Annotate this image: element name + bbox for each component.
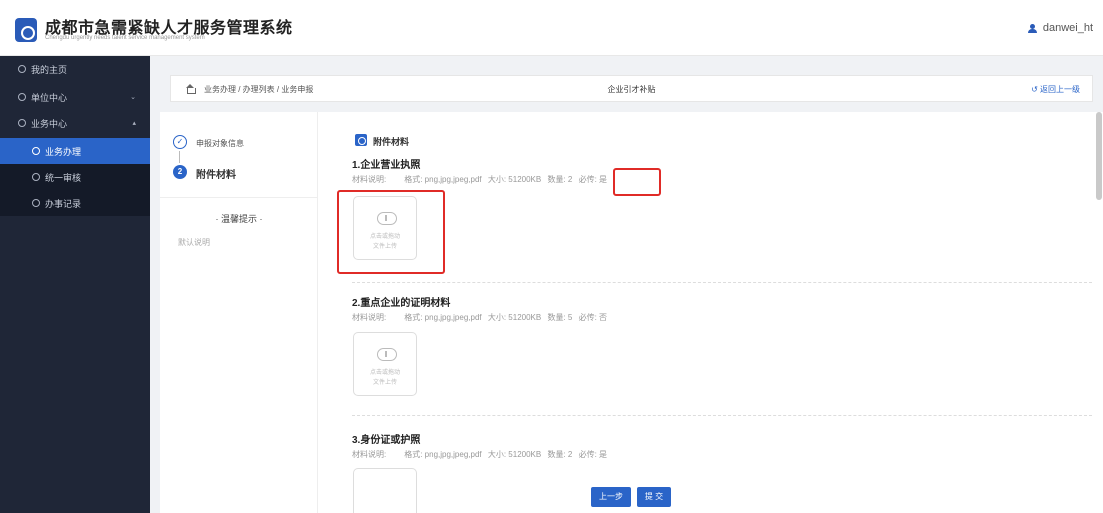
divider xyxy=(160,197,318,198)
divider xyxy=(352,415,1092,416)
sidebar-item-label: 统一审核 xyxy=(45,172,82,183)
material-size: 大小: 51200KB xyxy=(487,313,542,322)
submit-button[interactable]: 提 交 xyxy=(637,487,671,507)
sidebar-item-label: 我的主页 xyxy=(31,64,68,75)
gear-icon xyxy=(32,199,40,207)
material-format: 格式: png,jpg,jpeg,pdf xyxy=(404,450,482,459)
upload-dropzone[interactable] xyxy=(353,468,417,513)
chevron-down-icon: ⌄ xyxy=(130,94,136,101)
sidebar-item-business-handling[interactable]: 业务办理 xyxy=(0,138,150,164)
section-title: 附件材料 xyxy=(373,137,410,147)
app-header: 成都市急需紧缺人才服务管理系统 Chengdu urgently needs t… xyxy=(0,0,1103,56)
gear-icon xyxy=(32,147,40,155)
upload-hint-line: 文件上传 xyxy=(372,380,397,386)
upload-hint: 点击或拖动 文件上传 xyxy=(354,368,416,388)
material-desc: 材料说明: 格式: png,jpg,jpeg,pdf 大小: 51200KB 数量… xyxy=(352,312,611,323)
step-2-number: 2 xyxy=(173,165,187,179)
app-logo xyxy=(15,18,37,42)
back-link[interactable]: ↺ 返回上一级 xyxy=(1031,84,1080,95)
breadcrumb-bar: 业务办理 / 办理列表 / 业务申报 企业引才补贴 ↺ 返回上一级 xyxy=(170,75,1093,102)
user-name: danwei_ht xyxy=(1042,22,1093,34)
user-icon xyxy=(1027,23,1037,33)
material-format: 格式: png,jpg,jpeg,pdf xyxy=(404,175,482,184)
gear-icon xyxy=(32,173,40,181)
material-size: 大小: 51200KB xyxy=(487,450,542,459)
highlight-box xyxy=(613,168,661,196)
sidebar-item-business-center[interactable]: 业务中心 ▴ xyxy=(0,110,150,136)
material-size: 大小: 51200KB xyxy=(487,175,542,184)
page-title: 企业引才补贴 xyxy=(607,85,656,94)
tips-text: 默认说明 xyxy=(178,238,210,247)
sidebar-item-home[interactable]: 我的主页 xyxy=(0,56,150,82)
step-check-icon: ✓ xyxy=(173,135,187,149)
material-required: 必传: 否 xyxy=(578,313,608,322)
step-connector xyxy=(179,151,180,163)
upload-hint-line: 点击或拖动 xyxy=(369,370,400,376)
sidebar: 我的主页 单位中心 ⌄ 业务中心 ▴ 业务办理 统一审核 办事记录 xyxy=(0,56,150,513)
gear-icon xyxy=(18,93,26,101)
material-title: 2.重点企业的证明材料 xyxy=(352,298,451,309)
prev-button[interactable]: 上一步 xyxy=(591,487,631,507)
material-required: 必传: 是 xyxy=(578,450,608,459)
material-label: 材料说明: xyxy=(352,313,387,322)
material-format: 格式: png,jpg,jpeg,pdf xyxy=(404,313,482,322)
sidebar-item-label: 单位中心 xyxy=(31,92,68,103)
step-1-label[interactable]: 申报对象信息 xyxy=(196,138,244,149)
gear-icon xyxy=(18,65,26,73)
material-count: 数量: 2 xyxy=(547,450,573,459)
app-subtitle: Chengdu urgently needs talent service ma… xyxy=(45,35,205,41)
material-label: 材料说明: xyxy=(352,450,387,459)
highlight-box xyxy=(337,190,445,274)
sidebar-item-records[interactable]: 办事记录 xyxy=(0,190,150,216)
gear-icon xyxy=(18,119,26,127)
chevron-up-icon: ▴ xyxy=(132,120,136,127)
material-count: 数量: 5 xyxy=(547,313,573,322)
user-menu[interactable]: danwei_ht xyxy=(1027,22,1093,34)
upload-dropzone[interactable]: 点击或拖动 文件上传 xyxy=(353,332,417,396)
sidebar-item-label: 业务中心 xyxy=(31,118,68,129)
material-desc: 材料说明: 格式: png,jpg,jpeg,pdf 大小: 51200KB 数量… xyxy=(352,174,611,185)
material-title: 3.身份证或护照 xyxy=(352,435,421,446)
cloud-upload-icon xyxy=(376,345,397,361)
attachment-icon xyxy=(355,134,367,146)
sidebar-item-unit-center[interactable]: 单位中心 ⌄ xyxy=(0,84,150,110)
material-desc: 材料说明: 格式: png,jpg,jpeg,pdf 大小: 51200KB 数量… xyxy=(352,449,611,460)
material-title: 1.企业营业执照 xyxy=(352,160,421,171)
material-required: 必传: 是 xyxy=(578,175,608,184)
divider xyxy=(352,282,1092,283)
material-label: 材料说明: xyxy=(352,175,387,184)
scrollbar[interactable] xyxy=(1096,112,1102,200)
sidebar-item-unified-review[interactable]: 统一审核 xyxy=(0,164,150,190)
step-2-label[interactable]: 附件材料 xyxy=(196,166,236,181)
sidebar-item-label: 业务办理 xyxy=(45,146,82,157)
tips-title: · 温馨提示 · xyxy=(215,214,263,224)
sidebar-item-label: 办事记录 xyxy=(45,198,82,209)
material-count: 数量: 2 xyxy=(547,175,573,184)
